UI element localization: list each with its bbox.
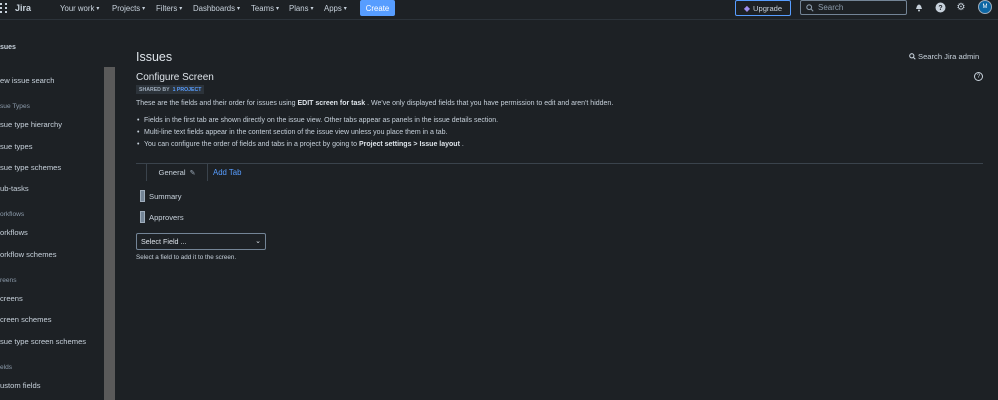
screen-name: EDIT screen for task bbox=[297, 100, 366, 107]
drag-handle-icon[interactable] bbox=[140, 190, 145, 202]
info-bullet: Multi-line text fields appear in the con… bbox=[137, 129, 448, 136]
upgrade-label: Upgrade bbox=[753, 3, 783, 13]
svg-text:?: ? bbox=[938, 5, 942, 12]
help-icon[interactable]: ? bbox=[974, 72, 983, 81]
notifications-icon[interactable] bbox=[913, 1, 925, 13]
nav-label: Plans bbox=[289, 3, 309, 13]
info-bullet: Fields in the first tab are shown direct… bbox=[137, 117, 498, 124]
page-title: Issues bbox=[136, 50, 173, 64]
sidebar-link-workflows[interactable]: orkflows bbox=[0, 228, 28, 237]
sidebar-link-workflow-schemes[interactable]: orkflow schemes bbox=[0, 250, 57, 259]
tabs-divider bbox=[136, 163, 983, 164]
drag-handle-icon[interactable] bbox=[140, 211, 145, 223]
nav-label: Projects bbox=[112, 3, 141, 13]
settings-gear-icon[interactable]: ⚙ bbox=[955, 1, 967, 13]
field-row-summary[interactable]: Summary bbox=[140, 190, 182, 202]
field-row-approvers[interactable]: Approvers bbox=[140, 211, 184, 223]
gem-icon: ◆ bbox=[743, 3, 750, 13]
search-icon bbox=[909, 53, 916, 60]
select-field-hint: Select a field to add it to the screen. bbox=[136, 254, 237, 261]
info-bullet: You can configure the order of fields an… bbox=[137, 141, 464, 148]
chevron-down-icon: ▾ bbox=[179, 5, 183, 12]
tab-label: General bbox=[158, 168, 186, 177]
search-icon bbox=[806, 3, 814, 12]
nav-plans[interactable]: Plans ▾ bbox=[289, 1, 314, 15]
sidebar-link-screen-schemes[interactable]: creen schemes bbox=[0, 315, 52, 324]
search-box[interactable] bbox=[800, 0, 907, 15]
sidebar-link-screens[interactable]: creens bbox=[0, 294, 23, 303]
add-tab-link[interactable]: Add Tab bbox=[213, 168, 241, 177]
pencil-icon[interactable]: ✎ bbox=[190, 169, 196, 177]
sidebar-link-issue-search[interactable]: ew issue search bbox=[0, 76, 54, 85]
sidebar-link-sub-tasks[interactable]: ub-tasks bbox=[0, 184, 29, 193]
nav-label: Dashboards bbox=[193, 3, 236, 13]
nav-dashboards[interactable]: Dashboards ▾ bbox=[193, 1, 240, 15]
app-name: Jira bbox=[15, 3, 32, 13]
sidebar-section-fields: elds bbox=[0, 364, 13, 371]
chevron-down-icon: ▾ bbox=[275, 5, 279, 12]
create-button[interactable]: Create bbox=[360, 0, 395, 16]
sidebar-link-issue-types[interactable]: sue types bbox=[0, 142, 33, 151]
app-switcher-icon[interactable] bbox=[0, 3, 7, 13]
search-jira-admin-link[interactable]: Search Jira admin bbox=[909, 52, 979, 61]
jira-logo[interactable]: Jira bbox=[0, 1, 31, 15]
nav-teams[interactable]: Teams ▾ bbox=[251, 1, 279, 15]
bullet-text: You can configure the order of fields an… bbox=[144, 141, 359, 148]
project-settings-label: Project settings bbox=[358, 141, 412, 148]
nav-label: Filters bbox=[156, 3, 178, 13]
nav-apps[interactable]: Apps ▾ bbox=[324, 1, 347, 15]
nav-label: Teams bbox=[251, 3, 274, 13]
select-field-dropdown[interactable]: Select Field ... ⌄ bbox=[136, 233, 266, 250]
issue-layout-label: Issue layout bbox=[419, 141, 460, 148]
upgrade-button[interactable]: ◆ Upgrade bbox=[735, 0, 791, 16]
chevron-down-icon: ▾ bbox=[96, 5, 100, 12]
chevron-down-icon: ▾ bbox=[310, 5, 314, 12]
screen-title: Configure Screen bbox=[136, 72, 214, 83]
chevron-down-icon: ▾ bbox=[142, 5, 146, 12]
sidebar-section-workflows: orkflows bbox=[0, 211, 25, 218]
shared-by-badge: SHARED BY 1 PROJECT bbox=[136, 85, 205, 94]
chevron-down-icon: ⌄ bbox=[255, 238, 261, 245]
help-icon[interactable]: ? bbox=[934, 1, 946, 13]
sidebar-scrollbar[interactable] bbox=[104, 67, 115, 400]
description-text: These are the fields and their order for… bbox=[136, 100, 298, 107]
sidebar-link-custom-fields[interactable]: ustom fields bbox=[0, 381, 41, 390]
chevron-down-icon: ▾ bbox=[343, 5, 347, 12]
sidebar-title: sues bbox=[0, 44, 16, 51]
tab-general[interactable]: General ✎ bbox=[146, 164, 208, 181]
field-label: Approvers bbox=[149, 212, 184, 222]
nav-your-work[interactable]: Your work ▾ bbox=[60, 1, 99, 15]
nav-filters[interactable]: Filters ▾ bbox=[156, 1, 182, 15]
sidebar-section-screens: reens bbox=[0, 277, 17, 284]
sidebar-link-issue-type-schemes[interactable]: sue type schemes bbox=[0, 163, 61, 172]
bullet-text: . bbox=[459, 141, 464, 148]
avatar[interactable]: M bbox=[978, 0, 992, 14]
nav-label: Apps bbox=[324, 3, 342, 13]
select-field-value: Select Field ... bbox=[141, 237, 187, 246]
nav-projects[interactable]: Projects ▾ bbox=[112, 1, 145, 15]
sidebar-link-issue-type-hierarchy[interactable]: sue type hierarchy bbox=[0, 120, 62, 129]
sidebar-link-issue-type-screen-schemes[interactable]: sue type screen schemes bbox=[0, 337, 86, 346]
search-input[interactable] bbox=[818, 3, 903, 12]
description-text: . We've only displayed fields that you h… bbox=[365, 100, 614, 107]
sidebar-section-issue-types: sue Types bbox=[0, 103, 30, 110]
chevron-down-icon: ▾ bbox=[237, 5, 241, 12]
nav-label: Your work bbox=[60, 3, 95, 13]
top-navigation-bar: Jira Your work ▾ Projects ▾ Filters ▾ Dashb… bbox=[0, 0, 998, 20]
screen-description: These are the fields and their order for… bbox=[136, 100, 613, 107]
field-label: Summary bbox=[149, 191, 182, 201]
shared-by-label: SHARED BY bbox=[139, 86, 170, 93]
shared-project-link[interactable]: 1 PROJECT bbox=[173, 87, 202, 93]
search-admin-label: Search Jira admin bbox=[918, 52, 980, 61]
